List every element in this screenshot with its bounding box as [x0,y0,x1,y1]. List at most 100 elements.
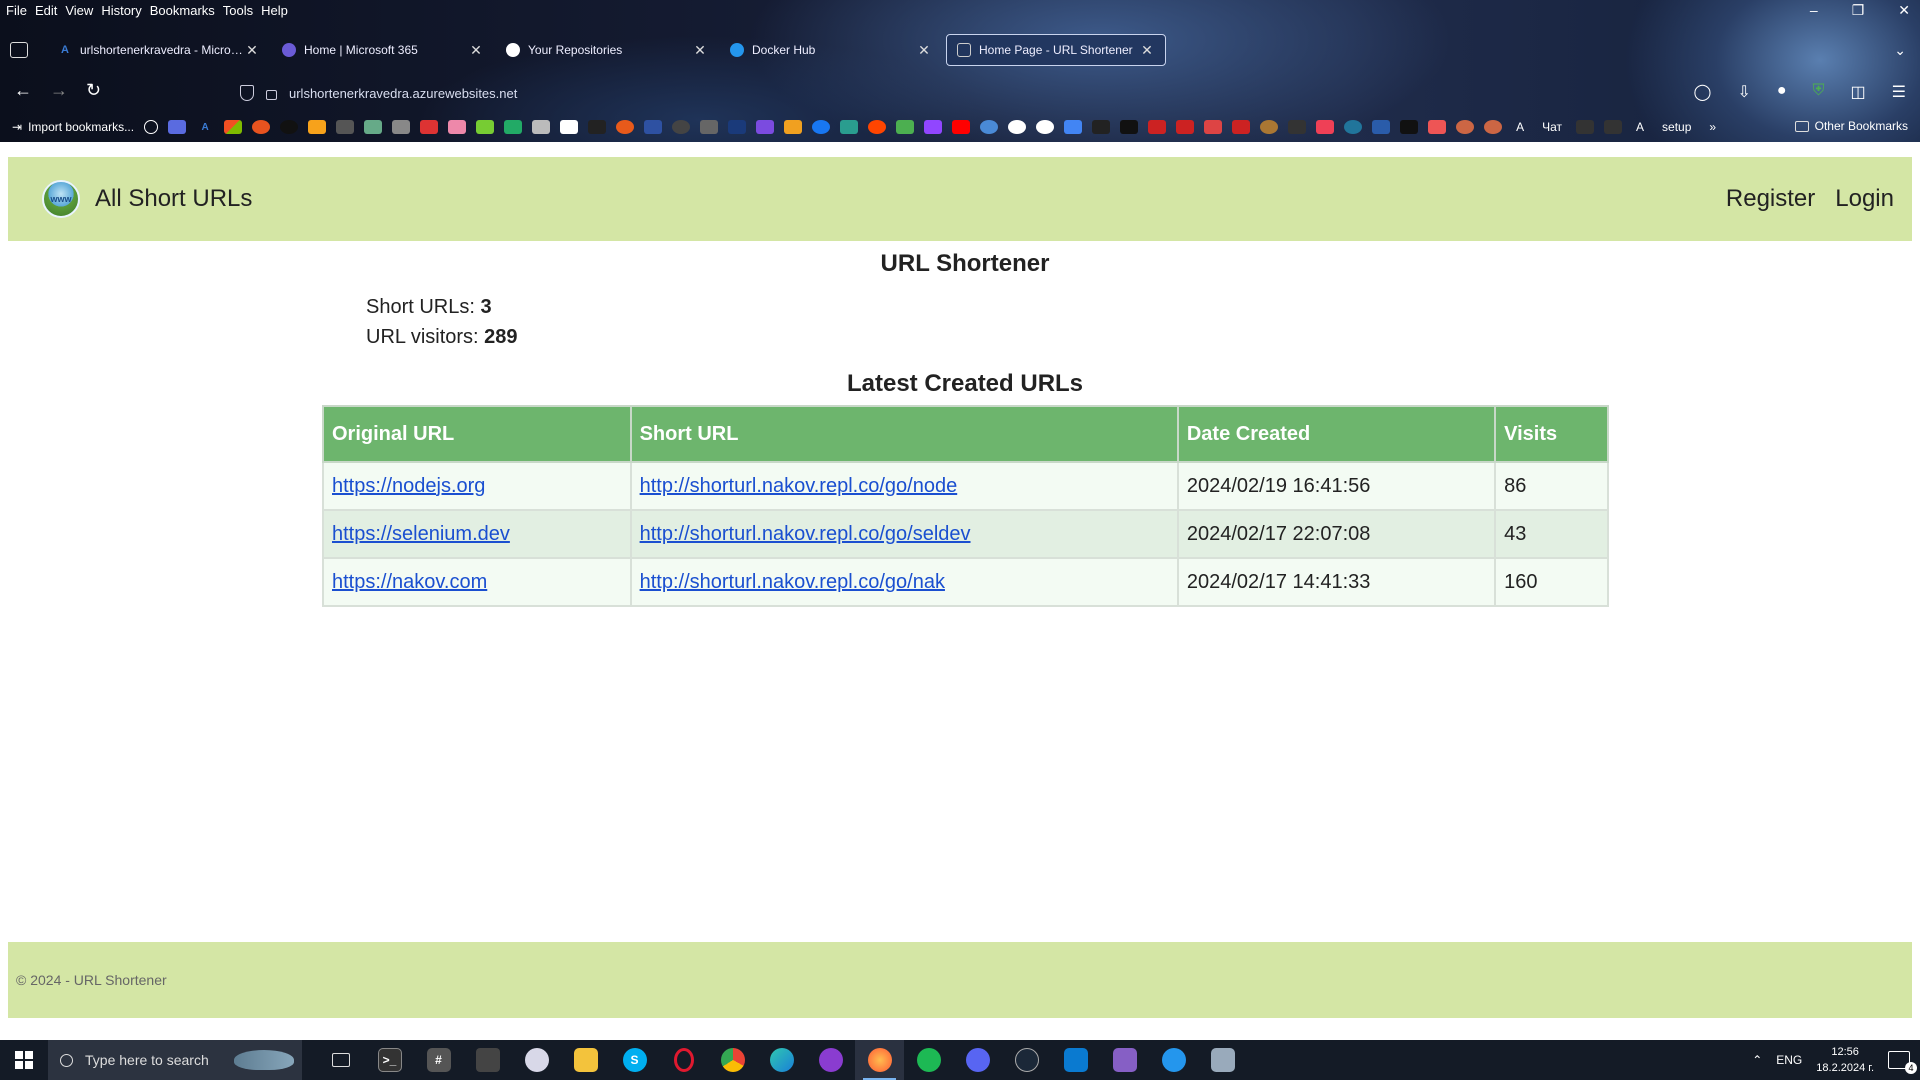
bookmark-icon[interactable] [644,120,663,134]
translate-icon[interactable] [1064,120,1083,134]
tab-list-icon[interactable] [10,42,28,58]
bookmark-icon[interactable] [308,120,327,134]
menu-tools[interactable]: Tools [223,3,261,18]
minimize-icon[interactable]: – [1810,2,1818,19]
google-icon[interactable] [1008,120,1027,134]
download-icon[interactable]: ⇩ [1737,82,1750,102]
bookmark-icon[interactable] [588,120,607,134]
menu-file[interactable]: File [6,3,35,18]
taskbar-firefox[interactable] [855,1040,904,1080]
close-tab-icon[interactable]: ✕ [916,42,932,59]
menu-icon[interactable]: ☰ [1892,82,1906,102]
bookmark-icon[interactable] [1576,120,1595,134]
bookmark-icon[interactable] [504,120,523,134]
menu-view[interactable]: View [65,3,101,18]
taskbar-spotify[interactable] [904,1040,953,1080]
tab-m365[interactable]: Home | Microsoft 365 ✕ [272,34,494,66]
bookmark-icon[interactable] [1400,120,1419,134]
bookmark-icon[interactable] [364,120,383,134]
tab-url-shortener[interactable]: Home Page - URL Shortener ✕ [946,34,1166,66]
bookmark-icon[interactable] [420,120,439,134]
bookmark-icon[interactable] [448,120,467,134]
more-bookmarks-icon[interactable]: » [1709,120,1716,134]
language-indicator[interactable]: ENG [1776,1053,1802,1067]
taskbar-edge[interactable] [757,1040,806,1080]
taskbar-opera[interactable] [659,1040,708,1080]
taskbar-discord[interactable] [953,1040,1002,1080]
facebook-icon[interactable] [812,120,831,134]
reload-icon[interactable]: ↻ [86,80,101,101]
chevron-down-icon[interactable]: ⌄ [1894,42,1906,59]
tab-docker[interactable]: Docker Hub ✕ [720,34,942,66]
bookmark-icon[interactable] [672,120,691,134]
bookmark-icon[interactable] [1484,120,1503,134]
login-link[interactable]: Login [1835,185,1894,213]
short-url-link[interactable]: http://shorturl.nakov.repl.co/go/node [640,475,958,497]
brand-link[interactable]: All Short URLs [95,185,252,213]
bookmark-icon[interactable] [280,120,299,134]
taskbar-steam[interactable] [1002,1040,1051,1080]
menu-edit[interactable]: Edit [35,3,65,18]
bookmark-icon[interactable] [1148,120,1167,134]
bookmark-icon[interactable] [728,120,747,134]
bookmark-icon[interactable] [252,120,271,134]
tab-github[interactable]: Your Repositories ✕ [496,34,718,66]
menu-help[interactable]: Help [261,3,296,18]
bookmark-icon[interactable] [784,120,803,134]
chevron-up-icon[interactable]: ⌃ [1752,1053,1762,1067]
close-tab-icon[interactable]: ✕ [692,42,708,59]
short-url-link[interactable]: http://shorturl.nakov.repl.co/go/nak [640,571,945,593]
wordpress-icon[interactable] [1344,120,1363,134]
taskbar-app[interactable] [806,1040,855,1080]
taskbar-terminal[interactable]: >_ [365,1040,414,1080]
url-text[interactable]: urlshortenerkravedra.azurewebsites.net [289,86,517,101]
bookmark-icon[interactable] [896,120,915,134]
bookmark-icon[interactable] [616,120,635,134]
bookmark-icon[interactable] [1204,120,1223,134]
bookmark-icon[interactable] [1092,120,1111,134]
taskbar-app[interactable] [1198,1040,1247,1080]
taskbar-skype[interactable]: S [610,1040,659,1080]
bookmark-icon[interactable] [1232,120,1251,134]
clock[interactable]: 12:56 18.2.2024 г. [1816,1044,1874,1076]
back-icon[interactable]: ← [14,80,32,101]
short-url-link[interactable]: http://shorturl.nakov.repl.co/go/seldev [640,523,971,545]
original-url-link[interactable]: https://nodejs.org [332,475,485,497]
bookmark-icon[interactable] [532,120,551,134]
bookmark-icon[interactable] [1428,120,1447,134]
bookmark-icon[interactable] [756,120,775,134]
account-icon[interactable]: ● [1777,82,1787,102]
register-link[interactable]: Register [1726,185,1815,213]
original-url-link[interactable]: https://selenium.dev [332,523,510,545]
bookmark-setup-label[interactable]: setup [1662,120,1691,134]
maximize-icon[interactable]: ❐ [1852,2,1865,19]
globe-icon[interactable] [144,120,159,134]
taskbar-docker[interactable] [1149,1040,1198,1080]
bookmark-icon[interactable] [560,120,579,134]
original-url-link[interactable]: https://nakov.com [332,571,487,593]
bookmark-icon[interactable] [980,120,999,134]
google-icon[interactable] [1036,120,1055,134]
bookmark-icon[interactable] [1176,120,1195,134]
lock-icon[interactable] [266,90,277,100]
microsoft-icon[interactable] [224,120,243,134]
address-bar[interactable]: urlshortenerkravedra.azurewebsites.net [232,80,1692,106]
taskbar-vscode[interactable] [1051,1040,1100,1080]
taskbar-calculator[interactable]: # [414,1040,463,1080]
bookmark-icon[interactable] [336,120,355,134]
bookmark-icon[interactable] [476,120,495,134]
globe-logo-icon[interactable]: www [42,180,80,218]
taskbar-app[interactable] [463,1040,512,1080]
shield-extension-icon[interactable]: ⛨ [1813,82,1825,102]
bookmark-icon[interactable] [1604,120,1623,134]
bookmark-chat-label[interactable]: Чат [1542,120,1562,134]
import-bookmarks[interactable]: ⇥ Import bookmarks... [12,120,134,134]
taskbar-chrome[interactable] [708,1040,757,1080]
close-icon[interactable]: ✕ [1898,2,1910,19]
taskbar-visual-studio[interactable] [1100,1040,1149,1080]
taskbar-app[interactable] [512,1040,561,1080]
tab-azure[interactable]: A urlshortenerkravedra - Microsoft ✕ [48,34,270,66]
bookmark-icon[interactable] [700,120,719,134]
shield-icon[interactable] [240,85,254,101]
twitch-icon[interactable] [924,120,943,134]
